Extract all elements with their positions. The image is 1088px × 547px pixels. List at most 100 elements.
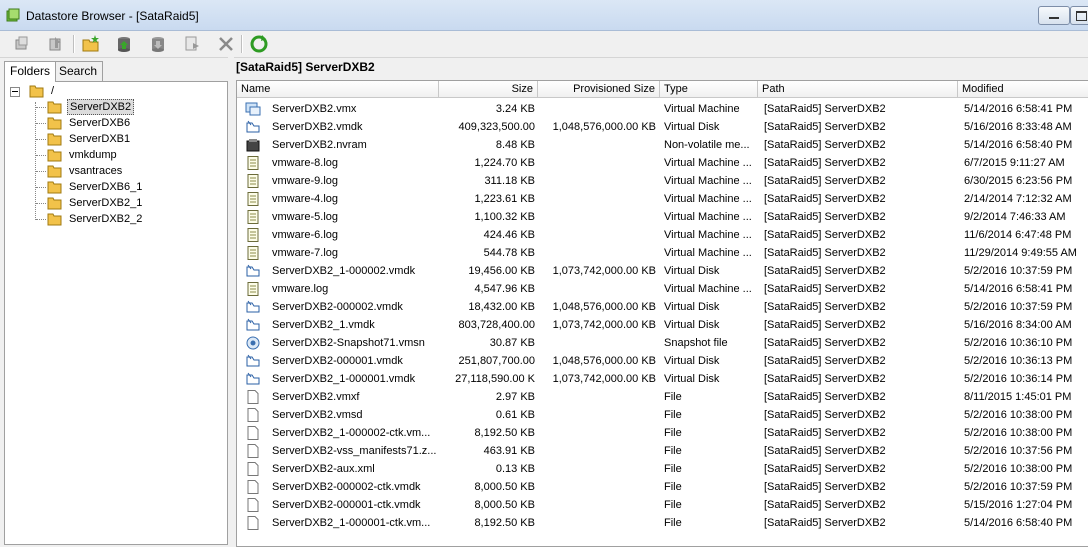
cell-type: Virtual Machine [664, 103, 740, 115]
table-row[interactable]: vmware-7.log 544.78 KB Virtual Machine ...… [237, 244, 1088, 262]
cell-provisioned-size [538, 226, 656, 244]
refresh-button[interactable] [249, 34, 269, 54]
cell-provisioned-size: 1,073,742,000.00 KB [552, 373, 656, 385]
register-vm-icon [185, 36, 199, 51]
cell-type: Virtual Machine ... [664, 247, 752, 259]
tree-label: ServerDXB2_2 [69, 213, 143, 225]
column-header-name[interactable]: Name [237, 81, 439, 98]
column-header-type[interactable]: Type [660, 81, 758, 98]
table-row[interactable]: ServerDXB2-000002.vmdk 18,432.00 KB 1,048,… [237, 298, 1088, 316]
cell-size: 251,807,700.00 [458, 355, 535, 367]
cell-type: File [664, 499, 682, 511]
maximize-button[interactable] [1070, 6, 1088, 25]
cell-type: Virtual Machine ... [664, 157, 752, 169]
tab-folders[interactable]: Folders [4, 61, 57, 82]
file-icon [247, 426, 259, 440]
toolbar [0, 31, 1088, 58]
cell-name: ServerDXB2-Snapshot71.vmsn [272, 337, 425, 349]
table-row[interactable]: ServerDXB2-vss_manifests71.z... 463.91 KB… [237, 442, 1088, 460]
table-row[interactable]: vmware.log 4,547.96 KB Virtual Machine ...… [237, 280, 1088, 298]
table-row[interactable]: ServerDXB2.vmxf 2.97 KB File [SataRaid5] Se… [237, 388, 1088, 406]
table-row[interactable]: vmware-6.log 424.46 KB Virtual Machine ...… [237, 226, 1088, 244]
table-row[interactable]: ServerDXB2.vmdk 409,323,500.00 1,048,576,0… [237, 118, 1088, 136]
cell-modified: 5/16/2016 8:33:48 AM [964, 121, 1072, 133]
delete-button[interactable] [216, 34, 236, 54]
cell-path: [SataRaid5] ServerDXB2 [764, 481, 886, 493]
folder-icon [47, 181, 62, 194]
cell-size: 27,118,590.00 K [455, 373, 535, 385]
table-row[interactable]: ServerDXB2.vmsd 0.61 KB File [SataRaid5] Se… [237, 406, 1088, 424]
new-folder-button[interactable] [81, 34, 101, 54]
column-header-modified[interactable]: Modified [958, 81, 1088, 98]
cell-path: [SataRaid5] ServerDXB2 [764, 409, 886, 421]
cell-path: [SataRaid5] ServerDXB2 [764, 391, 886, 403]
table-row[interactable]: vmware-9.log 311.18 KB Virtual Machine ...… [237, 172, 1088, 190]
cell-size: 311.18 KB [484, 175, 535, 187]
virtual-machine-icon [245, 102, 261, 116]
cell-path: [SataRaid5] ServerDXB2 [764, 517, 886, 529]
cell-type: Virtual Machine ... [664, 175, 752, 187]
virtual-disk-icon [246, 372, 260, 385]
cell-name: vmware-4.log [272, 193, 339, 205]
table-row[interactable]: ServerDXB2.vmx 3.24 KB Virtual Machine [Sat… [237, 100, 1088, 118]
table-row[interactable]: ServerDXB2-Snapshot71.vmsn 30.87 KB Snapsh… [237, 334, 1088, 352]
cell-size: 1,224.70 KB [474, 157, 535, 169]
cell-type: Non-volatile me... [664, 139, 750, 151]
cell-name: ServerDXB2_1.vmdk [272, 319, 375, 331]
cell-path: [SataRaid5] ServerDXB2 [764, 445, 886, 457]
upload-file-icon [118, 37, 130, 52]
register-vm-button[interactable] [182, 34, 202, 54]
tree-connector [36, 187, 46, 188]
cell-modified: 5/14/2016 6:58:41 PM [964, 103, 1073, 115]
cell-modified: 5/2/2016 10:38:00 PM [964, 409, 1073, 421]
panel-splitter[interactable] [228, 57, 234, 545]
tree-label: vmkdump [69, 149, 117, 161]
table-row[interactable]: ServerDXB2_1-000001-ctk.vm... 8,192.50 KB… [237, 514, 1088, 532]
table-row[interactable]: ServerDXB2.nvram 8.48 KB Non-volatile me..… [237, 136, 1088, 154]
table-row[interactable]: ServerDXB2-000001-ctk.vmdk 8,000.50 KB Fil… [237, 496, 1088, 514]
download-button[interactable] [46, 34, 66, 54]
tree-label: ServerDXB2_1 [69, 197, 143, 209]
column-header-size[interactable]: Size [439, 81, 538, 98]
table-row[interactable]: ServerDXB2-000002-ctk.vmdk 8,000.50 KB Fil… [237, 478, 1088, 496]
folder-icon [47, 149, 62, 162]
tree-label: / [51, 85, 55, 97]
cell-size: 30.87 KB [489, 337, 535, 349]
column-header-path[interactable]: Path [758, 81, 958, 98]
table-row[interactable]: vmware-4.log 1,223.61 KB Virtual Machine .… [237, 190, 1088, 208]
cell-name: ServerDXB2_1-000001-ctk.vm... [272, 517, 431, 529]
table-row[interactable]: ServerDXB2_1-000001.vmdk 27,118,590.00 K 1… [237, 370, 1088, 388]
minimize-button[interactable] [1038, 6, 1070, 25]
table-row[interactable]: ServerDXB2-000001.vmdk 251,807,700.00 1,04… [237, 352, 1088, 370]
snapshot-icon [246, 336, 260, 350]
column-header-provisioned-size[interactable]: Provisioned Size [538, 81, 660, 98]
table-row[interactable]: vmware-5.log 1,100.32 KB Virtual Machine .… [237, 208, 1088, 226]
download-file-button[interactable] [148, 34, 168, 54]
upload-file-button[interactable] [114, 34, 134, 54]
table-row[interactable]: ServerDXB2_1-000002-ctk.vm... 8,192.50 KB… [237, 424, 1088, 442]
datastore-app-icon [6, 8, 20, 22]
file-icon [247, 498, 259, 512]
cell-provisioned-size [538, 136, 656, 154]
log-file-icon [247, 174, 259, 188]
cell-type: Snapshot file [664, 337, 728, 349]
tree-connector [36, 107, 46, 108]
table-row[interactable]: ServerDXB2-aux.xml 0.13 KB File [SataRaid5]… [237, 460, 1088, 478]
cell-size: 1,223.61 KB [474, 193, 535, 205]
table-row[interactable]: ServerDXB2_1-000002.vmdk 19,456.00 KB 1,07… [237, 262, 1088, 280]
file-icon [247, 462, 259, 476]
cell-provisioned-size [538, 334, 656, 352]
cell-type: File [664, 445, 682, 457]
tab-search[interactable]: Search [53, 61, 104, 81]
cell-path: [SataRaid5] ServerDXB2 [764, 265, 886, 277]
table-row[interactable]: ServerDXB2_1.vmdk 803,728,400.00 1,073,742… [237, 316, 1088, 334]
cell-name: vmware-8.log [272, 157, 339, 169]
cell-type: Virtual Machine ... [664, 193, 752, 205]
upload-button[interactable] [12, 34, 32, 54]
table-row[interactable]: vmware-8.log 1,224.70 KB Virtual Machine .… [237, 154, 1088, 172]
folder-icon [47, 213, 62, 226]
collapse-toggle[interactable] [10, 87, 20, 97]
cell-provisioned-size [538, 190, 656, 208]
tree-label: ServerDXB2 [67, 99, 135, 115]
cell-modified: 5/2/2016 10:37:59 PM [964, 481, 1073, 493]
